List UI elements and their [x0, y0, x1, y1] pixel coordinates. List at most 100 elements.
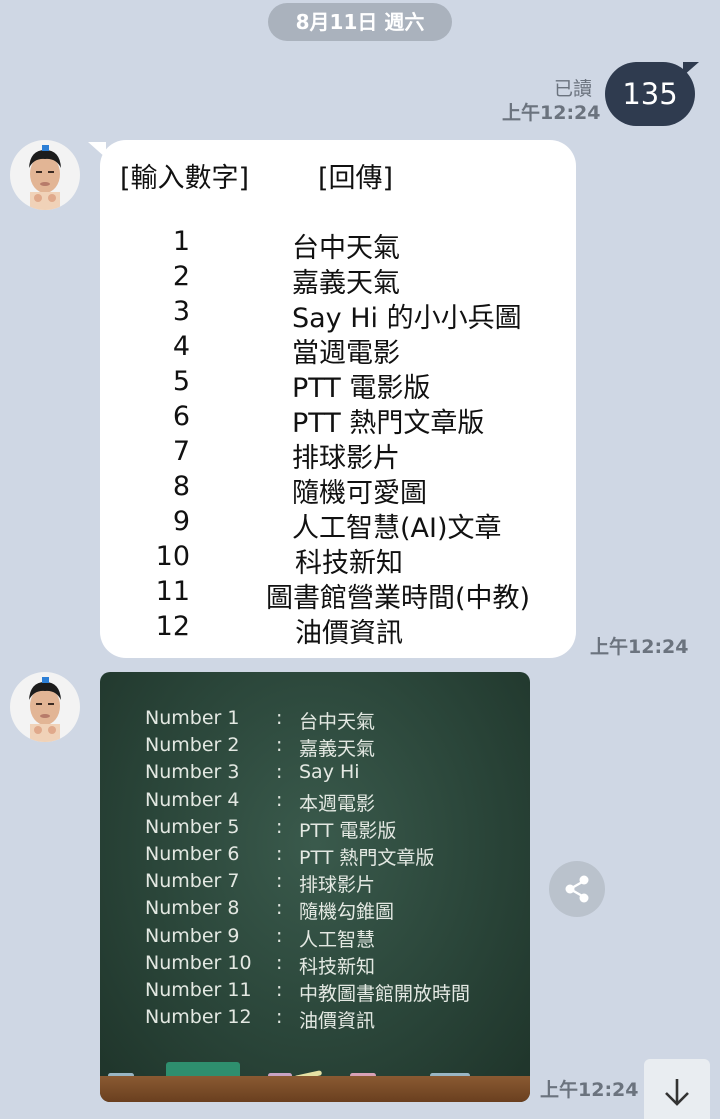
menu-header-reply: [回傳] [318, 163, 394, 194]
outgoing-timestamp: 上午12:24 [502, 102, 601, 124]
menu-row: 11 圖書館營業時間(中教) [100, 576, 576, 614]
chalkboard-row-separator: : [276, 707, 283, 729]
menu-message-bubble[interactable]: [輸入數字] [回傳] 1 台中天氣 2 嘉義天氣 3 Say Hi 的小小兵圖 4 當… [100, 140, 576, 658]
chalkboard-row-text: 中教圖書館開放時間 [299, 982, 471, 1005]
menu-row-number: 7 [172, 436, 190, 467]
menu-message-timestamp: 上午12:24 [590, 636, 689, 658]
chalkboard-row-separator: : [276, 897, 283, 920]
chalkboard-row: Number 4: 本週電影 [100, 789, 530, 816]
chalkboard-row-separator: : [276, 951, 283, 974]
menu-row-text: 隨機可愛圖 [292, 478, 427, 509]
menu-row-number: 3 [172, 296, 190, 327]
menu-row-number: 6 [172, 401, 190, 432]
chalkboard-row: Number 2: 嘉義天氣 [100, 734, 530, 761]
chalkboard-row-separator: : [276, 1006, 283, 1029]
chalkboard-row-text: 隨機勾錐圖 [299, 901, 395, 924]
chalkboard-row-label: Number 7 [145, 870, 240, 893]
menu-row-text: 當週電影 [292, 338, 400, 369]
chalkboard-row-text: 嘉義天氣 [299, 738, 376, 761]
chalkboard-row-text: 人工智慧 [299, 928, 376, 951]
menu-row-text: 嘉義天氣 [292, 268, 400, 299]
chalkboard-row-label: Number 12 [145, 1006, 252, 1029]
chalkboard-row: Number 3: Say Hi [100, 761, 530, 788]
scroll-to-bottom-button[interactable] [644, 1059, 710, 1119]
menu-row: 1 台中天氣 [100, 226, 576, 264]
menu-row-text: 人工智慧(AI)文章 [292, 513, 502, 544]
menu-row-text: 台中天氣 [292, 233, 400, 264]
menu-row-text: 圖書館營業時間(中教) [266, 583, 531, 614]
menu-row-number: 9 [172, 506, 190, 537]
chalkboard-row-label: Number 5 [145, 815, 240, 838]
menu-row-text: PTT 電影版 [292, 373, 431, 404]
avatar[interactable] [10, 140, 80, 210]
arrow-down-icon [665, 1079, 689, 1106]
menu-row-number: 2 [172, 261, 190, 292]
chalkboard-row: Number 6: PTT 熱門文章版 [100, 843, 530, 870]
chalkboard-row: Number 1: 台中天氣 [100, 707, 530, 734]
menu-row-number: 4 [172, 331, 190, 362]
menu-row: 7 排球影片 [100, 436, 576, 474]
menu-row: 4 當週電影 [100, 331, 576, 369]
menu-list: 1 台中天氣 2 嘉義天氣 3 Say Hi 的小小兵圖 4 當週電影 5 PTT 電影版… [100, 226, 576, 649]
menu-header-input: [輸入數字] [120, 163, 250, 194]
chalkboard-row: Number 10: 科技新知 [100, 952, 530, 979]
chalkboard-row: Number 11: 中教圖書館開放時間 [100, 979, 530, 1006]
menu-row-text: 科技新知 [295, 548, 403, 579]
menu-row-number: 10 [155, 541, 190, 572]
chalkboard-row-separator: : [276, 842, 283, 865]
outgoing-message-bubble[interactable]: 135 [605, 62, 695, 126]
chalkboard-row: Number 12: 油價資訊 [100, 1006, 530, 1033]
menu-row-text: 油價資訊 [295, 618, 403, 649]
chalkboard-row-separator: : [276, 734, 283, 757]
chalkboard-row-separator: : [276, 788, 283, 811]
chalkboard-row-text: PTT 熱門文章版 [299, 846, 435, 869]
menu-row-number: 1 [172, 226, 190, 257]
date-divider: 8月11日 週六 [268, 3, 452, 41]
menu-row-text: PTT 熱門文章版 [292, 408, 485, 439]
chalkboard-ledge [100, 1076, 530, 1102]
image-message-timestamp: 上午12:24 [540, 1079, 639, 1101]
avatar[interactable] [10, 672, 80, 742]
menu-row-text: Say Hi 的小小兵圖 [292, 303, 522, 334]
chalkboard-row-label: Number 8 [145, 897, 240, 920]
chalkboard-row-label: Number 2 [145, 734, 240, 757]
menu-row: 2 嘉義天氣 [100, 261, 576, 299]
menu-row: 3 Say Hi 的小小兵圖 [100, 296, 576, 334]
menu-row: 5 PTT 電影版 [100, 366, 576, 404]
chalkboard-row-text: 科技新知 [299, 955, 376, 978]
chalkboard-row-text: Say Hi [299, 761, 360, 784]
chalkboard-row-text: PTT 電影版 [299, 819, 397, 842]
menu-row: 6 PTT 熱門文章版 [100, 401, 576, 439]
chalkboard-row-label: Number 6 [145, 842, 240, 865]
chalkboard-row-text: 排球影片 [299, 874, 376, 897]
menu-row: 8 隨機可愛圖 [100, 471, 576, 509]
chalkboard-row-label: Number 4 [145, 788, 240, 811]
menu-row-number: 11 [155, 576, 190, 607]
menu-row-number: 5 [172, 366, 190, 397]
menu-row: 9 人工智慧(AI)文章 [100, 506, 576, 544]
avatar-image [10, 140, 80, 210]
chalkboard-row: Number 9: 人工智慧 [100, 925, 530, 952]
chalkboard-row-separator: : [276, 761, 283, 784]
chalkboard-row-label: Number 10 [145, 951, 252, 974]
chalkboard-row-text: 油價資訊 [299, 1010, 376, 1033]
chalkboard-row-separator: : [276, 870, 283, 893]
share-icon [565, 875, 589, 903]
chalkboard-row-text: 台中天氣 [299, 711, 376, 733]
avatar-image [10, 672, 80, 742]
share-button[interactable] [549, 861, 605, 917]
chalkboard-row-label: Number 9 [145, 924, 240, 947]
chalkboard-row: Number 8: 隨機勾錐圖 [100, 897, 530, 924]
menu-row-text: 排球影片 [292, 443, 400, 474]
chalkboard-row: Number 5: PTT 電影版 [100, 816, 530, 843]
chalkboard-row-separator: : [276, 978, 283, 1001]
menu-row: 10 科技新知 [100, 541, 576, 579]
chalkboard-row: Number 7: 排球影片 [100, 870, 530, 897]
menu-row-number: 12 [155, 611, 190, 642]
chalkboard-list: Number 1: 台中天氣 Number 2: 嘉義天氣 Number 3: Say… [100, 707, 530, 1033]
chalkboard-row-label: Number 1 [145, 707, 240, 729]
chalkboard-row-separator: : [276, 815, 283, 838]
chalkboard-row-separator: : [276, 924, 283, 947]
chalkboard-image-message[interactable]: Number 1: 台中天氣 Number 2: 嘉義天氣 Number 3: Say… [100, 672, 530, 1102]
menu-row-number: 8 [172, 471, 190, 502]
